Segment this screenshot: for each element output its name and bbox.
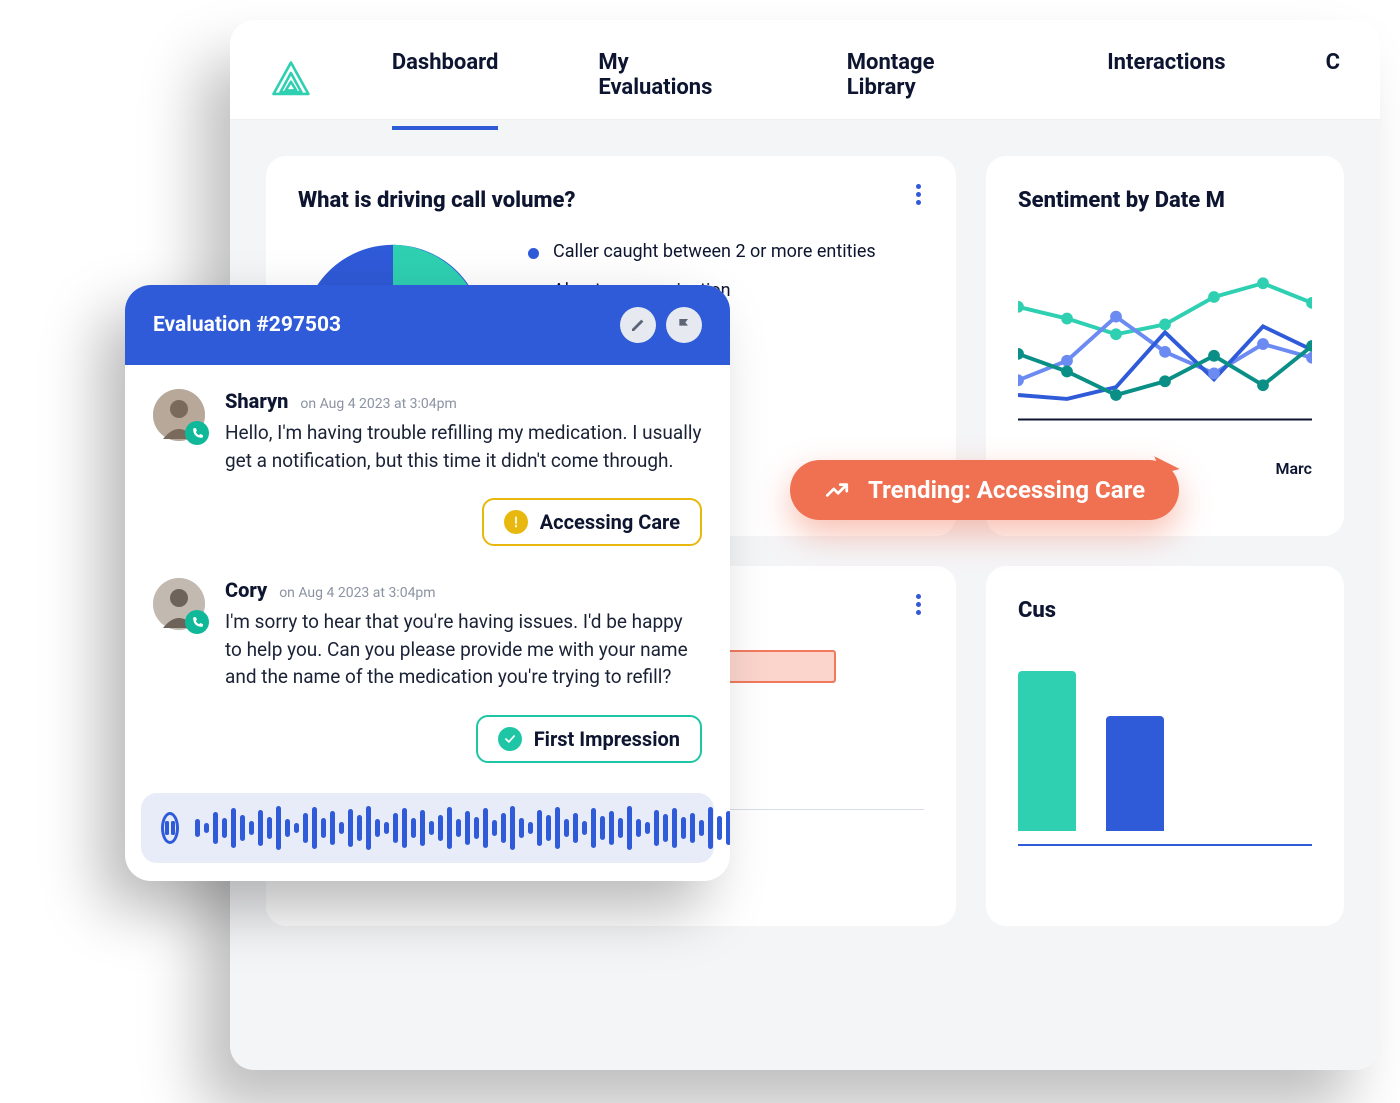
trending-up-icon — [824, 477, 850, 503]
evaluation-header: Evaluation #297503 — [125, 285, 730, 365]
card-title: Cus — [1018, 598, 1312, 623]
tab-truncated[interactable]: C — [1326, 30, 1340, 130]
brand-logo-icon — [270, 59, 312, 101]
dashboard-header: Dashboard My Evaluations Montage Library… — [230, 20, 1380, 120]
message-timestamp: on Aug 4 2023 at 3:04pm — [300, 396, 456, 412]
phone-badge-icon — [185, 421, 209, 445]
evaluation-actions — [620, 307, 702, 343]
tag-label: Accessing Care — [540, 510, 680, 534]
message-timestamp: on Aug 4 2023 at 3:04pm — [279, 585, 435, 601]
card-menu-button[interactable] — [906, 182, 930, 206]
tag-accessing-care[interactable]: Accessing Care — [482, 498, 702, 546]
avatar — [153, 578, 205, 630]
trending-pill[interactable]: Trending: Accessing Care — [790, 460, 1179, 520]
cursor-arrow-icon — [1150, 452, 1184, 486]
tag-first-impression[interactable]: First Impression — [476, 715, 702, 763]
tab-dashboard[interactable]: Dashboard — [392, 30, 499, 130]
customer-bar-chart — [1018, 651, 1312, 831]
card-customer: Cus — [986, 566, 1344, 926]
message-text: Hello, I'm having trouble refilling my m… — [225, 419, 702, 474]
card-title: Sentiment by Date M — [1018, 188, 1312, 213]
card-menu-button[interactable] — [906, 592, 930, 616]
pause-icon — [164, 821, 176, 835]
tab-interactions[interactable]: Interactions — [1107, 30, 1225, 130]
waveform-bars[interactable] — [195, 805, 730, 851]
check-icon — [498, 727, 522, 751]
message-text: I'm sorry to hear that you're having iss… — [225, 608, 702, 691]
phone-badge-icon — [185, 610, 209, 634]
message: Cory on Aug 4 2023 at 3:04pm I'm sorry t… — [125, 554, 730, 699]
nav-tabs: Dashboard My Evaluations Montage Library… — [392, 30, 1340, 130]
evaluation-card: Evaluation #297503 Sharyn on Aug 4 2023 … — [125, 285, 730, 881]
pause-button[interactable] — [161, 812, 179, 844]
message-author: Sharyn — [225, 389, 288, 413]
tab-my-evaluations[interactable]: My Evaluations — [598, 30, 746, 130]
edit-button[interactable] — [620, 307, 656, 343]
message-author: Cory — [225, 578, 267, 602]
flag-icon — [676, 317, 692, 333]
card-title: What is driving call volume? — [298, 188, 924, 213]
warning-icon — [504, 510, 528, 534]
tab-montage-library[interactable]: Montage Library — [847, 30, 1007, 130]
avatar — [153, 389, 205, 441]
evaluation-title: Evaluation #297503 — [153, 313, 341, 337]
trending-label: Trending: Accessing Care — [868, 476, 1145, 504]
flag-button[interactable] — [666, 307, 702, 343]
legend-item: Caller caught between 2 or more entities — [528, 241, 876, 262]
message: Sharyn on Aug 4 2023 at 3:04pm Hello, I'… — [125, 365, 730, 482]
pencil-icon — [630, 317, 646, 333]
sentiment-line-chart — [1018, 241, 1312, 451]
tag-label: First Impression — [534, 727, 680, 751]
audio-waveform — [141, 793, 714, 863]
